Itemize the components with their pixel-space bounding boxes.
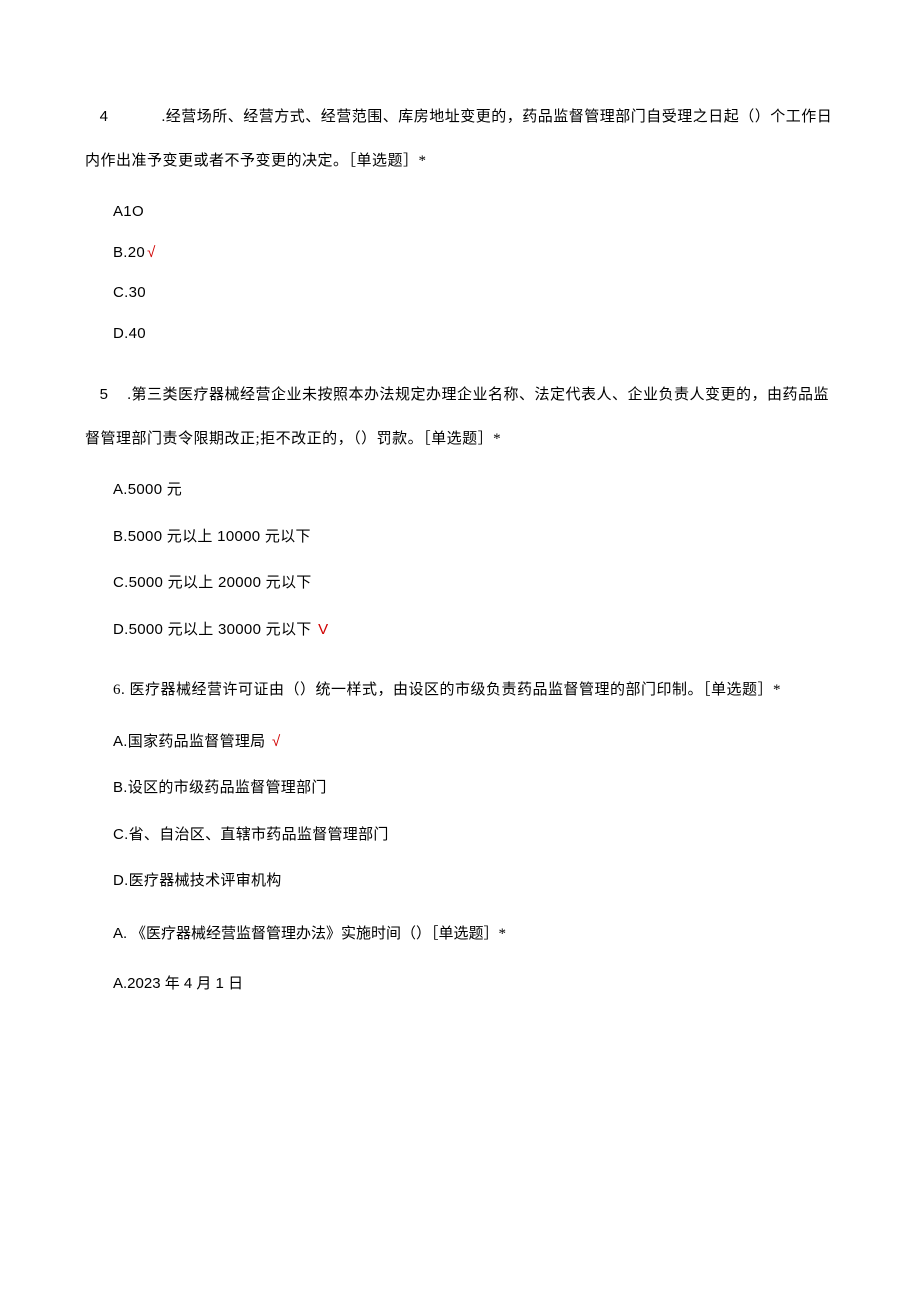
question-5-number: 5 [85,373,123,417]
option-text: C.30 [113,284,146,301]
correct-mark-icon: √ [147,244,156,261]
question-6-number: 6. [113,682,125,698]
option-text: A1O [113,203,144,220]
option-text: A.国家药品监督管理局 [113,733,265,750]
option-text: C.省、自治区、直辖市药品监督管理部门 [113,826,389,843]
correct-mark-icon: V [318,621,328,638]
question-6-options: A.国家药品监督管理局 √ B.设区的市级药品监督管理部门 C.省、自治区、直辖… [85,731,835,893]
question-7-text: 《医疗器械经营监督管理办法》实施时间（）［单选题］* [127,926,506,942]
question-7: A. 《医疗器械经营监督管理办法》实施时间（）［单选题］* A.2023 年 4… [85,921,835,996]
question-4-number: 4 [85,95,123,139]
question-5-options: A.5000 元 B.5000 元以上 10000 元以下 C.5000 元以上… [85,479,835,641]
option-text: A.5000 元 [113,481,182,498]
option-text: B.设区的市级药品监督管理部门 [113,779,327,796]
question-6: 6. 医疗器械经营许可证由（）统一样式，由设区的市级负责药品监督管理的部门印制。… [85,669,835,893]
option-text: D.医疗器械技术评审机构 [113,872,282,889]
question-5-option-a: A.5000 元 [113,479,835,502]
question-5-option-c: C.5000 元以上 20000 元以下 [113,572,835,595]
question-4-option-c: C.30 [113,282,835,305]
question-6-option-a: A.国家药品监督管理局 √ [113,731,835,754]
question-5-option-b: B.5000 元以上 10000 元以下 [113,526,835,549]
option-text: B.20 [113,244,145,261]
question-4-text: 经营场所、经营方式、经营范围、库房地址变更的，药品监督管理部门自受理之日起（）个… [85,109,832,169]
question-7-prefix: A. [113,921,127,947]
question-4-option-d: D.40 [113,323,835,346]
question-5-option-d: D.5000 元以上 30000 元以下 V [113,619,835,642]
option-text: A.2023 年 4 月 1 日 [113,975,243,992]
question-5: 5 .第三类医疗器械经营企业未按照本办法规定办理企业名称、法定代表人、企业负责人… [85,373,835,641]
question-5-text: 第三类医疗器械经营企业未按照本办法规定办理企业名称、法定代表人、企业负责人变更的… [85,387,829,447]
question-6-option-d: D.医疗器械技术评审机构 [113,870,835,893]
question-6-text: 医疗器械经营许可证由（）统一样式，由设区的市级负责药品监督管理的部门印制。［单选… [125,682,781,698]
option-text: D.40 [113,325,146,342]
question-7-option-a: A.2023 年 4 月 1 日 [85,973,835,996]
document-page: 4 .经营场所、经营方式、经营范围、库房地址变更的，药品监督管理部门自受理之日起… [0,0,920,1301]
option-text: C.5000 元以上 20000 元以下 [113,574,312,591]
question-4-options: A1O B.20√ C.30 D.40 [85,201,835,345]
question-6-option-c: C.省、自治区、直辖市药品监督管理部门 [113,824,835,847]
option-text: B.5000 元以上 10000 元以下 [113,528,311,545]
question-7-stem: A. 《医疗器械经营监督管理办法》实施时间（）［单选题］* [85,921,835,948]
question-4: 4 .经营场所、经营方式、经营范围、库房地址变更的，药品监督管理部门自受理之日起… [85,95,835,345]
question-5-stem: 5 .第三类医疗器械经营企业未按照本办法规定办理企业名称、法定代表人、企业负责人… [85,373,835,461]
question-4-stem: 4 .经营场所、经营方式、经营范围、库房地址变更的，药品监督管理部门自受理之日起… [85,95,835,183]
question-4-option-a: A1O [113,201,835,224]
question-4-option-b: B.20√ [113,242,835,265]
option-text: D.5000 元以上 30000 元以下 [113,621,312,638]
question-6-option-b: B.设区的市级药品监督管理部门 [113,777,835,800]
question-6-stem: 6. 医疗器械经营许可证由（）统一样式，由设区的市级负责药品监督管理的部门印制。… [85,669,835,713]
correct-mark-icon: √ [272,733,281,750]
